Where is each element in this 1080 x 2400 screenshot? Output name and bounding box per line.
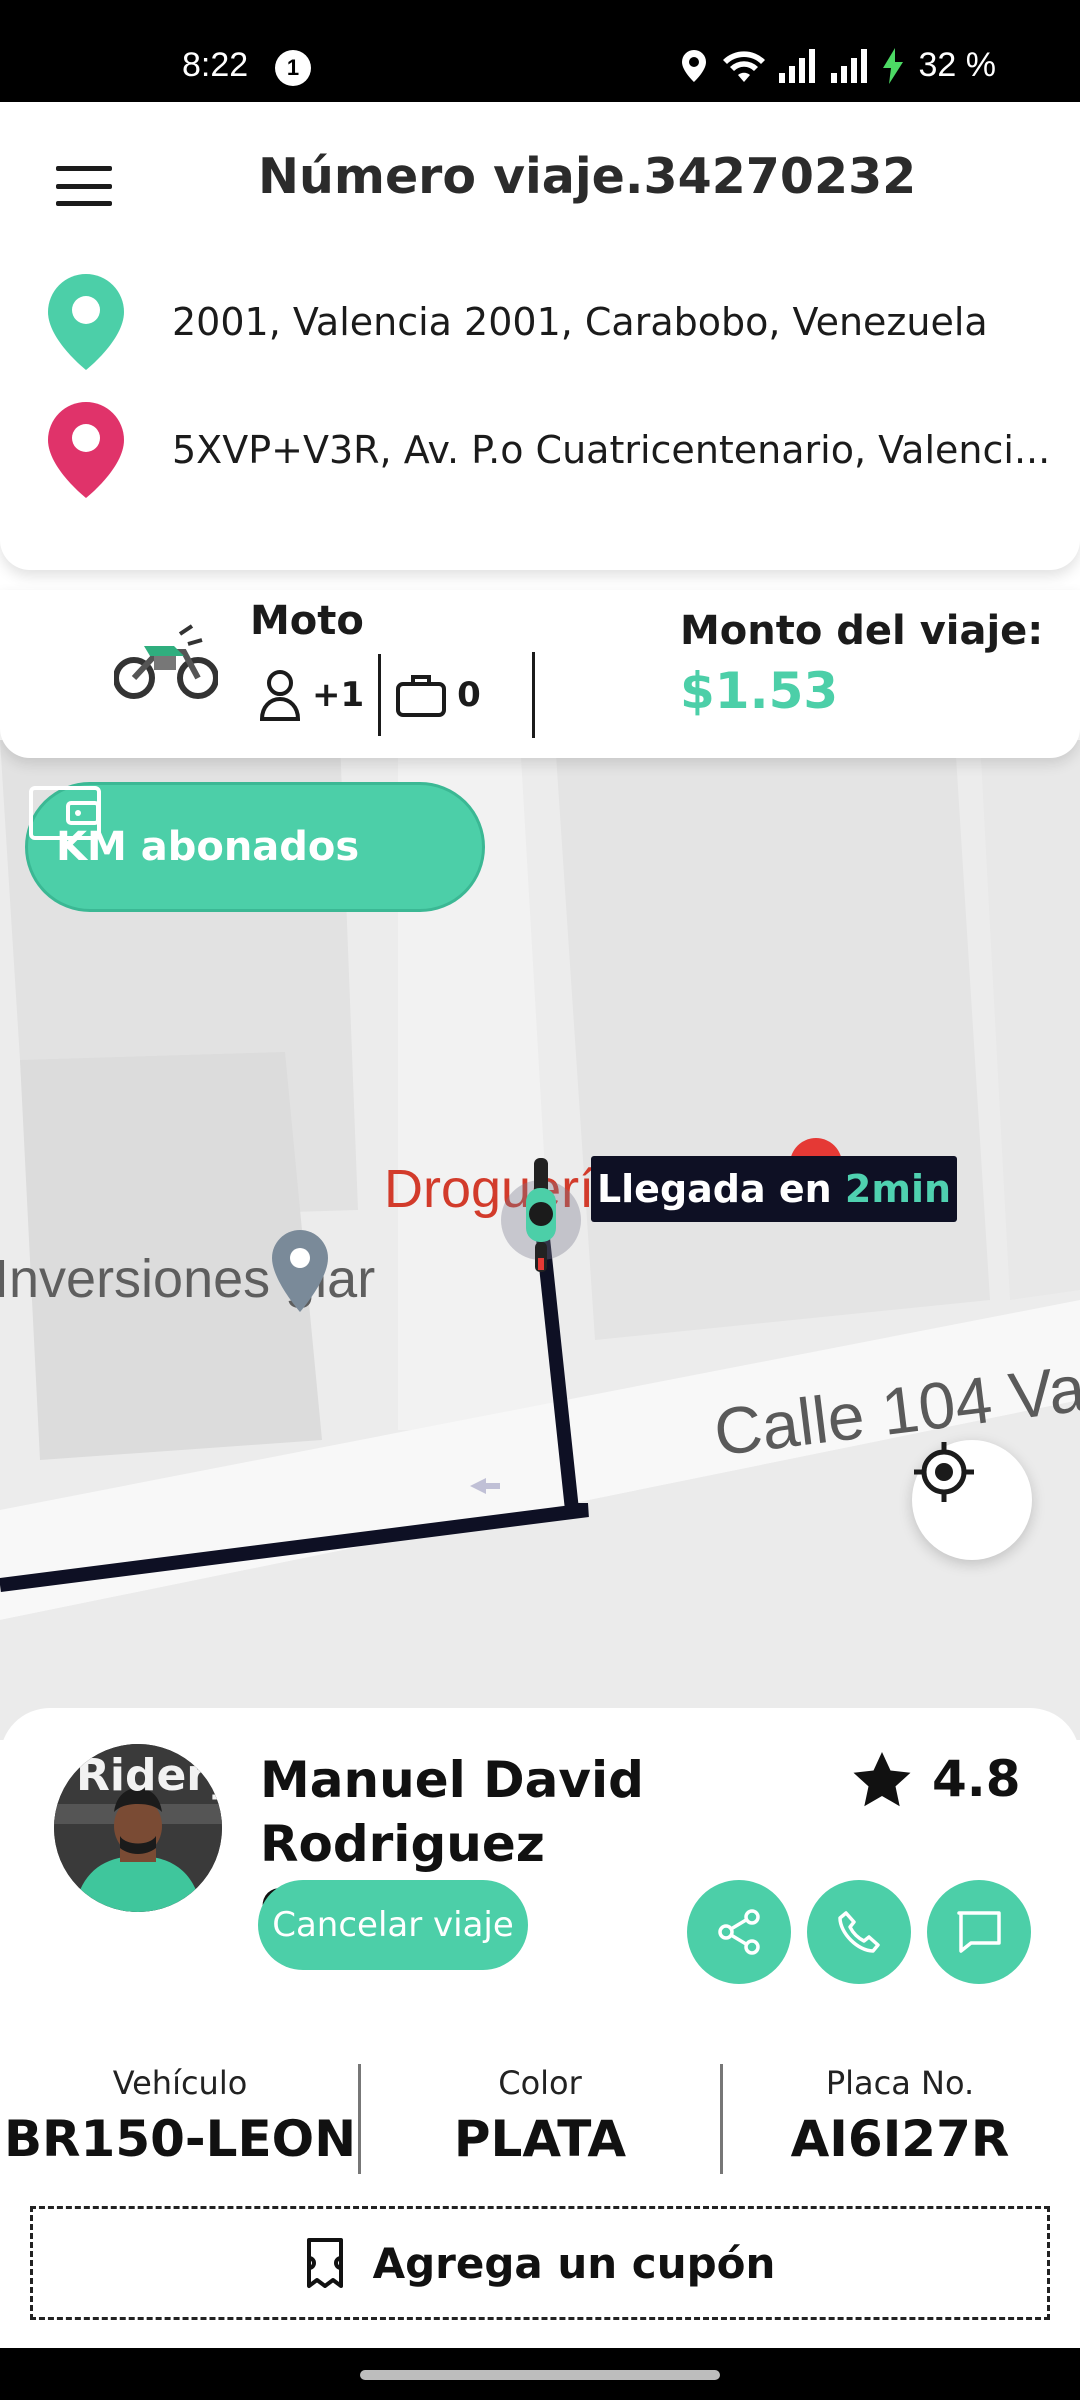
eta-value: 2min [844, 1167, 952, 1211]
capacity-divider [378, 654, 382, 736]
origin-pin-icon [48, 274, 124, 370]
vehicle-spec: Vehículo BR150-LEON [0, 2064, 360, 2168]
destination-address: 5XVP+V3R, Av. P.o Cuatricentenario, Vale… [172, 428, 1051, 472]
driver-avatar[interactable]: Ridery [54, 1744, 222, 1912]
avatar-brand-text: Ridery [76, 1750, 222, 1801]
status-icons: 32 % [679, 46, 997, 85]
system-nav-bar [0, 2348, 1080, 2400]
home-gesture-handle[interactable] [360, 2370, 720, 2380]
passenger-count: +1 [312, 675, 365, 715]
km-abonados-button[interactable]: KM abonados [25, 782, 485, 912]
location-icon [681, 49, 706, 82]
trip-header-card: Número viaje.34270232 2001, Valencia 200… [0, 102, 1080, 570]
wifi-icon [722, 50, 765, 82]
star-icon [853, 1752, 911, 1807]
color-spec: Color PLATA [360, 2064, 720, 2168]
origin-row[interactable]: 2001, Valencia 2001, Carabobo, Venezuela [44, 272, 988, 372]
charging-icon [882, 47, 903, 84]
driver-rating: 4.8 [852, 1750, 1021, 1808]
passenger-icon [259, 670, 301, 721]
luggage-count: 0 [457, 675, 481, 715]
crosshair-icon [914, 1442, 974, 1502]
call-button[interactable] [807, 1880, 911, 1984]
driver-motorcycle-marker-icon [501, 1158, 581, 1272]
motorcycle-icon [114, 624, 218, 699]
info-divider [532, 652, 535, 738]
notification-badge: 1 [275, 50, 311, 86]
capacity-row: +1 0 [258, 654, 481, 736]
coupon-icon [306, 2238, 343, 2288]
luggage-icon [396, 675, 447, 717]
share-button[interactable] [687, 1880, 791, 1984]
wallet-icon [29, 786, 101, 840]
destination-pin-icon [48, 402, 124, 498]
status-bar: 8:22 1 32 % [0, 0, 1080, 102]
chat-button[interactable] [927, 1880, 1031, 1984]
destination-row[interactable]: 5XVP+V3R, Av. P.o Cuatricentenario, Vale… [44, 400, 1050, 500]
signal-icon-1 [778, 48, 815, 83]
origin-address: 2001, Valencia 2001, Carabobo, Venezuela [172, 300, 988, 344]
battery-percentage: 32 % [918, 46, 997, 84]
coupon-label: Agrega un cupón [372, 2238, 776, 2288]
vehicle-type: Moto [250, 598, 364, 644]
signal-icon-2 [830, 48, 867, 83]
share-icon [718, 1909, 760, 1955]
chat-icon [957, 1911, 1001, 1953]
fare-label: Monto del viaje: [680, 608, 1044, 654]
vehicle-label: Vehículo [112, 2064, 248, 2102]
map-view[interactable]: Droguería Inversiones glar Calle 104 Va … [0, 740, 1080, 1740]
eta-tooltip: Llegada en 2min [591, 1156, 957, 1222]
plate-label: Placa No. [825, 2064, 975, 2102]
poi-pin-gray-icon[interactable] [268, 1228, 332, 1314]
plate-value: AI6I27R [790, 2110, 1010, 2168]
phone-icon [838, 1911, 880, 1953]
trip-number-title: Número viaje.34270232 [258, 148, 917, 205]
driver-sheet: Ridery Manuel David Rodriguez Calanche 4… [0, 1708, 1080, 2348]
menu-icon[interactable] [56, 166, 112, 206]
color-label: Color [498, 2064, 582, 2102]
cancel-trip-button[interactable]: Cancelar viaje [258, 1880, 528, 1970]
trip-info-card: Moto +1 0 Monto del viaje: $1.53 [0, 590, 1080, 758]
fare-value: $1.53 [680, 662, 839, 720]
eta-prefix: Llegada en [596, 1167, 845, 1211]
plate-spec: Placa No. AI6I27R [720, 2064, 1080, 2168]
rating-value: 4.8 [932, 1750, 1021, 1808]
color-value: PLATA [453, 2110, 627, 2168]
vehicle-value: BR150-LEON [3, 2110, 357, 2168]
status-time: 8:22 [182, 46, 249, 84]
add-coupon-button[interactable]: Agrega un cupón [30, 2206, 1050, 2320]
my-location-button[interactable] [912, 1440, 1032, 1560]
